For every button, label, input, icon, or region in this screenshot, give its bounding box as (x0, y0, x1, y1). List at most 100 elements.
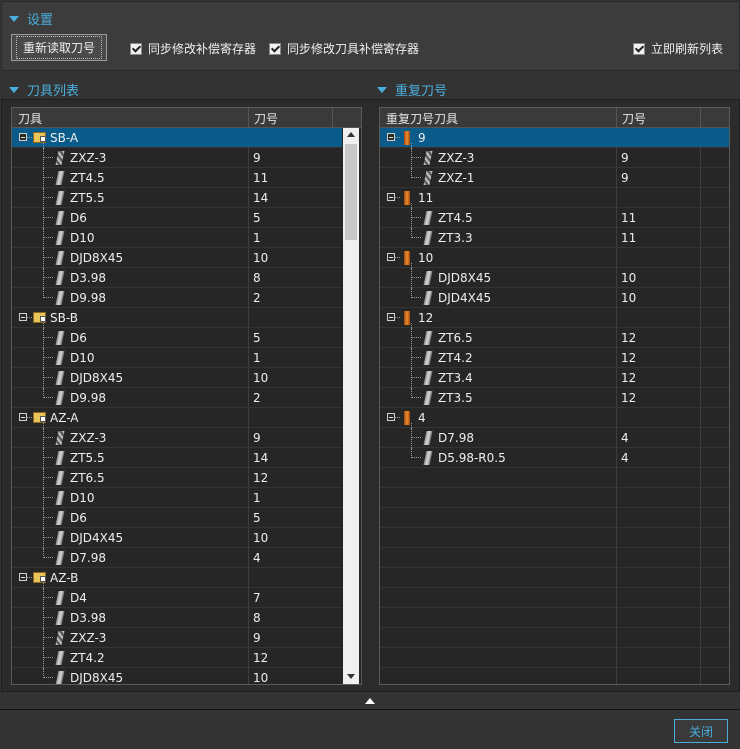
column-header-tool-number[interactable]: 刀号 (622, 110, 646, 127)
collapse-toggle-icon[interactable] (19, 573, 27, 581)
sync-offset-register-checkbox[interactable]: 同步修改补偿寄存器 (130, 40, 256, 57)
tree-item-row[interactable]: ZT4.2 12 (12, 648, 342, 668)
end-mill-tool-icon (55, 671, 65, 684)
tree-group-row[interactable]: SB-B (12, 308, 342, 328)
tree-item-row[interactable]: D6 5 (12, 508, 342, 528)
tree-item-row[interactable]: D3.98 8 (12, 268, 342, 288)
tree-item-row[interactable]: ZXZ-3 9 (12, 428, 342, 448)
tree-item-row[interactable]: D10 1 (12, 228, 342, 248)
tool-number-value: 9 (253, 151, 261, 165)
tree-item-row[interactable]: ZT3.4 12 (380, 368, 729, 388)
tree-group-row[interactable]: 10 (380, 248, 729, 268)
tree-item-row[interactable]: ZT5.5 14 (12, 448, 342, 468)
end-mill-tool-icon (55, 251, 65, 265)
duplicate-list-header[interactable]: 重复刀号 (377, 80, 447, 99)
tree-item-row[interactable]: D3.98 8 (12, 608, 342, 628)
tree-group-row[interactable]: AZ-A (12, 408, 342, 428)
vertical-scrollbar[interactable] (343, 128, 359, 684)
column-header-tool-number[interactable]: 刀号 (254, 110, 278, 127)
drill-tool-icon (423, 151, 433, 165)
tree-connector (411, 297, 421, 298)
tree-item-row[interactable]: ZT4.5 11 (380, 208, 729, 228)
column-divider (332, 108, 333, 127)
tree-group-row[interactable]: SB-A (12, 128, 342, 148)
tree-connector (43, 597, 53, 598)
collapse-toggle-icon[interactable] (387, 313, 395, 321)
close-button[interactable]: 关闭 (674, 719, 728, 743)
tree-group-row[interactable]: 4 (380, 408, 729, 428)
machine-folder-icon (33, 312, 46, 323)
collapse-toggle-icon[interactable] (387, 193, 395, 201)
tool-number-value: 12 (253, 471, 269, 485)
tree-item-row[interactable]: D10 1 (12, 488, 342, 508)
tool-number-value: 11 (253, 171, 269, 185)
tree-item-row[interactable]: ZT3.3 11 (380, 228, 729, 248)
end-mill-tool-icon (55, 391, 65, 405)
tree-item-row[interactable]: ZT3.5 12 (380, 388, 729, 408)
refresh-list-immediately-checkbox[interactable]: 立即刷新列表 (633, 40, 723, 57)
tree-item-row[interactable]: ZXZ-3 9 (12, 628, 342, 648)
tool-name: D6 (70, 511, 87, 525)
tree-item-row[interactable]: DJD8X45 10 (380, 268, 729, 288)
column-divider (700, 108, 701, 127)
collapse-toggle-icon[interactable] (19, 413, 27, 421)
tool-list-header[interactable]: 刀具列表 (9, 80, 79, 99)
sync-tool-offset-register-checkbox[interactable]: 同步修改刀具补偿寄存器 (269, 40, 419, 57)
tree-item-row[interactable]: D10 1 (12, 348, 342, 368)
tree-group-row[interactable]: 9 (380, 128, 729, 148)
tree-item-row[interactable]: ZT5.5 14 (12, 188, 342, 208)
tree-item-row[interactable]: D5.98-R0.5 4 (380, 448, 729, 468)
tree-item-row[interactable]: DJD8X45 10 (12, 668, 342, 684)
reload-tool-numbers-button[interactable]: 重新读取刀号 (11, 34, 107, 61)
tree-connector (27, 417, 32, 418)
tree-group-row[interactable]: 11 (380, 188, 729, 208)
tree-item-row[interactable]: ZXZ-3 9 (12, 148, 342, 168)
tree-connector (411, 428, 412, 448)
tree-item-row[interactable]: D4 7 (12, 588, 342, 608)
tool-list-grid[interactable]: 刀具 刀号 SB-A ZXZ-3 9 ZT4.5 11 ZT5.5 14 D6 5 D10 1 DJD… (11, 107, 362, 685)
tree-item-row[interactable]: D7.98 4 (380, 428, 729, 448)
tree-item-row[interactable]: D9.98 2 (12, 388, 342, 408)
tree-item-row[interactable]: ZT4.2 12 (380, 348, 729, 368)
tree-item-row[interactable]: D6 5 (12, 328, 342, 348)
tree-item-row[interactable]: ZT6.5 12 (12, 468, 342, 488)
tree-item-row[interactable]: DJD8X45 10 (12, 368, 342, 388)
collapse-toggle-icon[interactable] (387, 133, 395, 141)
tree-connector (43, 328, 44, 348)
end-mill-tool-icon (55, 231, 65, 245)
tree-item-row[interactable]: D7.98 4 (12, 548, 342, 568)
duplicate-list-grid[interactable]: 重复刀号刀具 刀号 9 ZXZ-3 9 ZXZ-1 9 11 ZT4.5 11 ZT3.3 11 1… (379, 107, 730, 685)
column-header-duplicate-tool[interactable]: 重复刀号刀具 (386, 110, 458, 127)
column-divider (616, 108, 617, 127)
tree-item-row[interactable]: DJD4X45 10 (380, 288, 729, 308)
collapse-toggle-icon[interactable] (19, 313, 27, 321)
panel-splitter[interactable] (0, 693, 740, 710)
tree-group-row[interactable]: 12 (380, 308, 729, 328)
end-mill-tool-icon (55, 471, 65, 485)
tool-number-value: 7 (253, 591, 261, 605)
settings-header[interactable]: 设置 (9, 9, 53, 28)
tree-item-row[interactable]: ZXZ-1 9 (380, 168, 729, 188)
collapse-toggle-icon[interactable] (387, 253, 395, 261)
tool-number-value: 5 (253, 511, 261, 525)
tree-item-row[interactable]: DJD4X45 10 (12, 528, 342, 548)
tree-item-row[interactable]: D6 5 (12, 208, 342, 228)
tree-group-row[interactable]: AZ-B (12, 568, 342, 588)
tree-item-row[interactable]: ZXZ-3 9 (380, 148, 729, 168)
tool-name: D9.98 (70, 391, 106, 405)
end-mill-tool-icon (423, 351, 433, 365)
tree-item-row[interactable]: ZT4.5 11 (12, 168, 342, 188)
expand-up-arrow-icon[interactable] (365, 698, 375, 704)
tree-connector (43, 348, 44, 368)
tree-item-row[interactable]: ZT6.5 12 (380, 328, 729, 348)
collapse-toggle-icon[interactable] (19, 133, 27, 141)
tree-item-row[interactable]: D9.98 2 (12, 288, 342, 308)
column-header-tool[interactable]: 刀具 (18, 110, 42, 127)
scrollbar-thumb[interactable] (345, 144, 357, 240)
end-mill-tool-icon (55, 171, 65, 185)
scroll-up-arrow-icon[interactable] (347, 132, 355, 137)
collapse-toggle-icon[interactable] (387, 413, 395, 421)
scroll-down-arrow-icon[interactable] (347, 674, 355, 679)
tree-item-row[interactable]: DJD8X45 10 (12, 248, 342, 268)
tree-connector (43, 357, 53, 358)
